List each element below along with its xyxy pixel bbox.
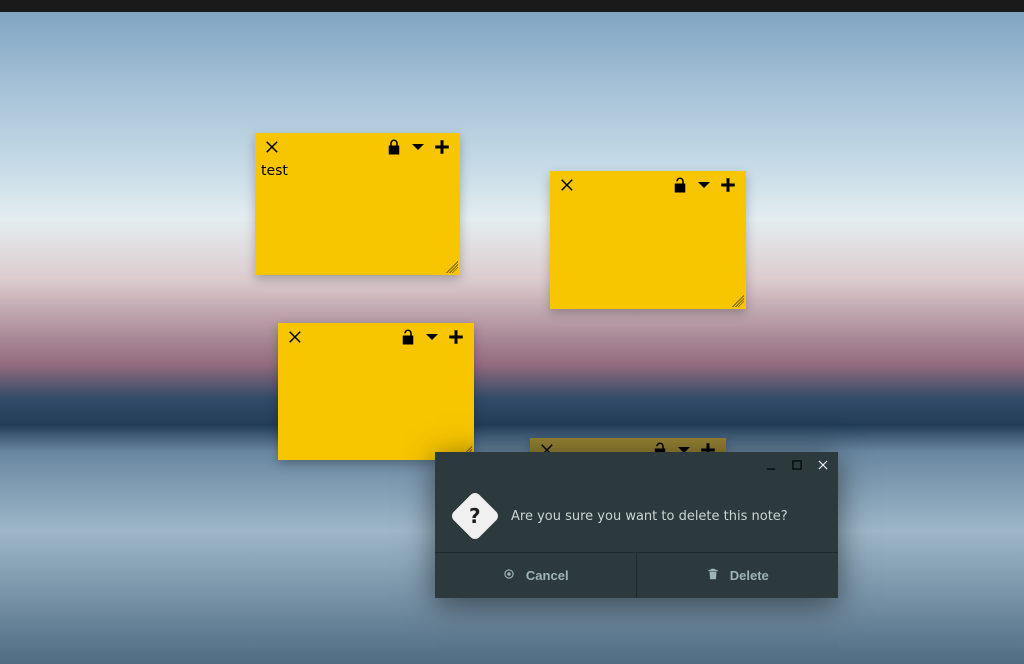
question-icon: ? <box>450 491 501 542</box>
lock-icon[interactable] <box>382 135 406 159</box>
chevron-down-icon[interactable] <box>692 173 716 197</box>
delete-label: Delete <box>730 568 769 583</box>
chevron-down-icon[interactable] <box>420 325 444 349</box>
plus-icon[interactable] <box>444 325 468 349</box>
cancel-label: Cancel <box>526 568 569 583</box>
unlock-icon[interactable] <box>668 173 692 197</box>
sticky-body[interactable]: test <box>255 161 460 275</box>
close-icon[interactable] <box>284 325 308 349</box>
cancel-button[interactable]: Cancel <box>435 553 637 598</box>
resize-grip[interactable] <box>446 261 458 273</box>
sticky-body[interactable] <box>550 199 746 309</box>
window-close-icon[interactable] <box>816 458 830 472</box>
radio-icon <box>502 567 516 584</box>
confirm-delete-dialog: ? Are you sure you want to delete this n… <box>435 452 838 598</box>
sticky-note[interactable] <box>278 323 474 460</box>
sticky-note[interactable] <box>550 171 746 309</box>
taskbar[interactable] <box>0 0 1024 12</box>
sticky-note[interactable]: test <box>255 133 460 275</box>
plus-icon[interactable] <box>430 135 454 159</box>
sticky-titlebar[interactable] <box>278 323 474 351</box>
minimize-icon[interactable] <box>764 458 778 472</box>
sticky-titlebar[interactable] <box>255 133 460 161</box>
plus-icon[interactable] <box>716 173 740 197</box>
trash-icon <box>706 567 720 584</box>
maximize-icon[interactable] <box>790 458 804 472</box>
sticky-titlebar[interactable] <box>550 171 746 199</box>
unlock-icon[interactable] <box>396 325 420 349</box>
dialog-titlebar[interactable] <box>435 452 838 478</box>
sticky-body[interactable] <box>278 351 474 460</box>
close-icon[interactable] <box>556 173 580 197</box>
desktop: test <box>0 0 1024 664</box>
sticky-content[interactable]: test <box>261 163 288 179</box>
close-icon[interactable] <box>261 135 285 159</box>
dialog-button-row: Cancel Delete <box>435 552 838 598</box>
delete-button[interactable]: Delete <box>637 553 839 598</box>
resize-grip[interactable] <box>732 295 744 307</box>
dialog-message: Are you sure you want to delete this not… <box>511 509 788 524</box>
chevron-down-icon[interactable] <box>406 135 430 159</box>
